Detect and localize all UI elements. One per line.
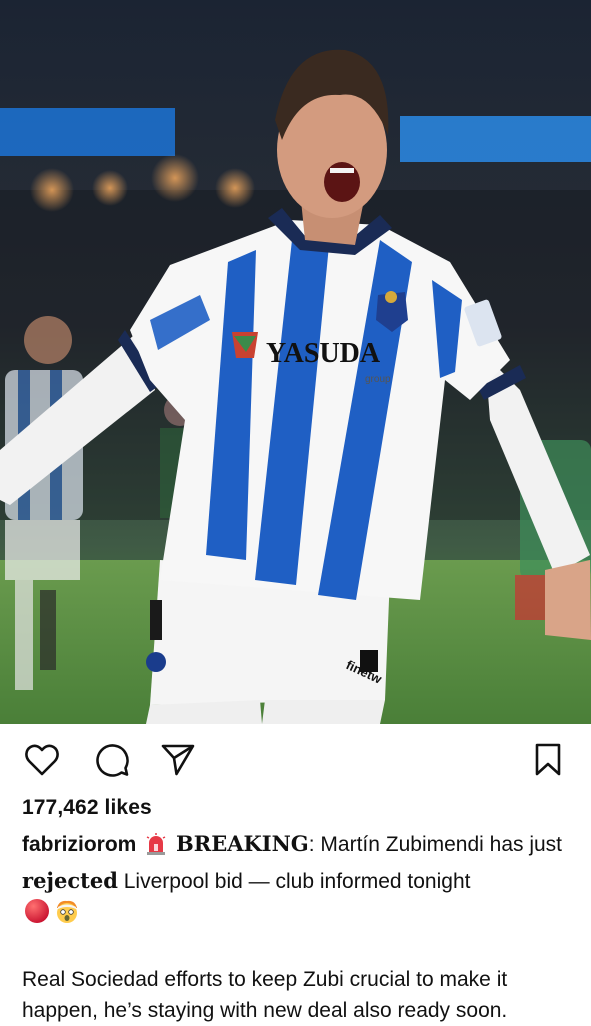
player-celebration-image: finetw YASUDA group (0, 0, 591, 724)
shirt-sponsor-text: YASUDA (266, 338, 381, 369)
post-actions-bar (0, 724, 591, 796)
save-button[interactable] (528, 740, 568, 780)
caption-text-b: Liverpool bid — club informed tonight (117, 870, 471, 893)
caption-text-a: : Martín Zubimendi has just (308, 833, 563, 856)
post-caption: fabriziorom BREAKING: Martín Zubimendi h… (22, 828, 578, 1026)
breaking-label: BREAKING (176, 831, 309, 856)
send-icon (161, 744, 195, 776)
share-button[interactable] (158, 740, 198, 780)
comment-icon (96, 744, 129, 777)
bookmark-icon (535, 743, 561, 776)
rejected-label: rejected (22, 868, 118, 893)
siren-emoji (144, 832, 168, 865)
comment-button[interactable] (92, 740, 132, 780)
caption-paragraph-1: fabriziorom BREAKING: Martín Zubimendi h… (22, 828, 578, 933)
caption-paragraph-2: Real Sociedad efforts to keep Zubi cruci… (22, 968, 508, 1022)
shirt-sponsor-subtext: group (365, 374, 391, 385)
exploding-head-emoji (54, 898, 80, 933)
heart-icon (25, 744, 59, 776)
like-button[interactable] (22, 740, 62, 780)
caption-username[interactable]: fabriziorom (22, 833, 136, 856)
likes-count[interactable]: 177,462 likes (22, 796, 152, 820)
post-photo[interactable]: finetw YASUDA group (0, 0, 591, 724)
red-circle-emoji (24, 898, 50, 933)
